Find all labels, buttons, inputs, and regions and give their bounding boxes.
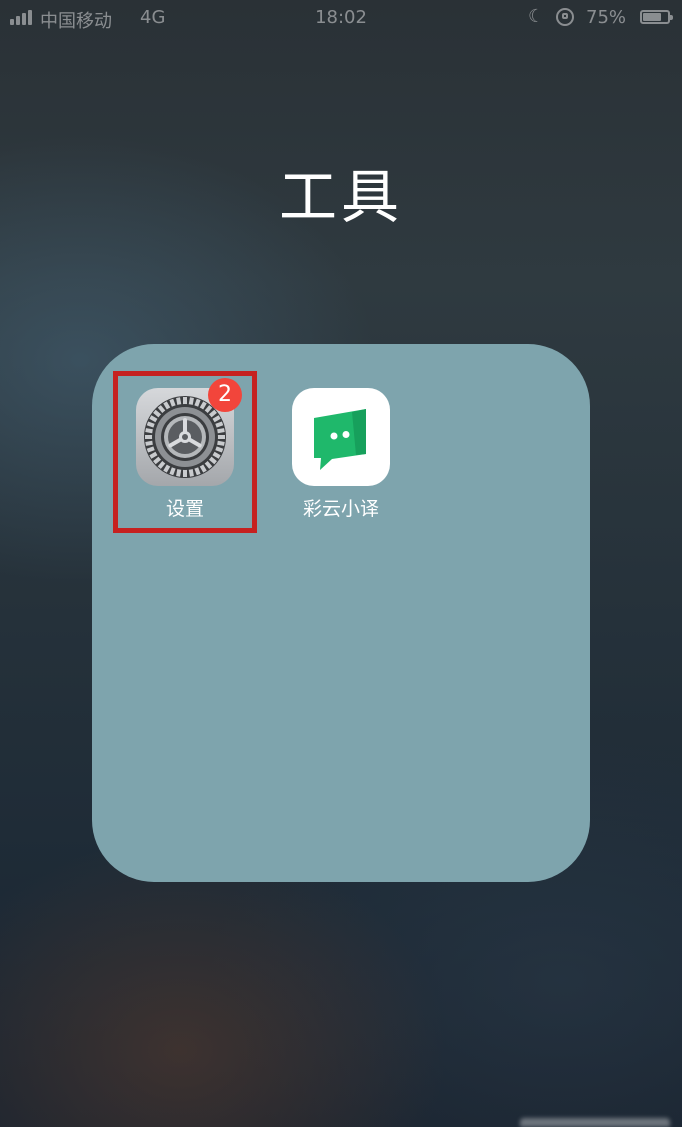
orientation-lock-icon: [556, 8, 574, 26]
status-bar: 中国移动 4G 18:02 ☾ 75%: [0, 0, 682, 36]
app-caiyun-translate[interactable]: 彩云小译: [276, 380, 406, 521]
battery-percent: 75%: [586, 7, 627, 28]
home-indicator[interactable]: [520, 1118, 670, 1127]
status-time: 18:02: [315, 7, 367, 28]
highlight-box: [113, 371, 257, 533]
app-label: 彩云小译: [302, 498, 379, 520]
moon-icon: ☾: [528, 6, 545, 27]
battery-fill: [643, 13, 661, 21]
battery-icon: [640, 10, 673, 24]
folder-title[interactable]: 工具: [0, 150, 682, 234]
caiyun-translate-icon[interactable]: [292, 388, 390, 486]
